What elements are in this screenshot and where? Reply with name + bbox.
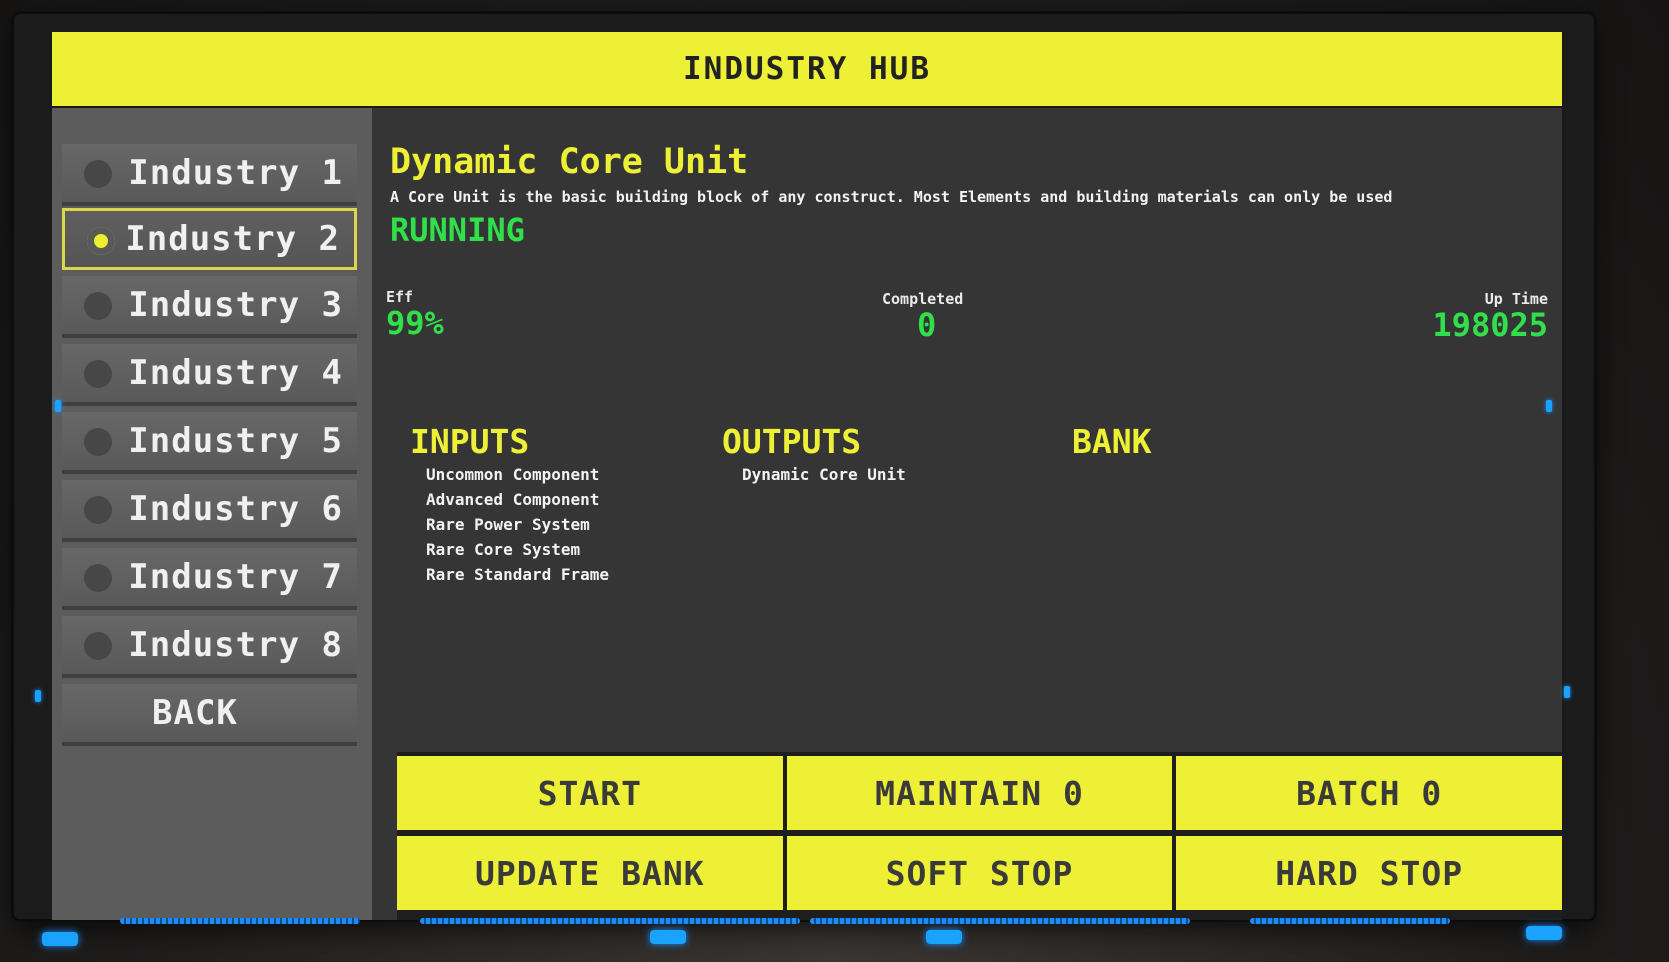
frame-light-foot: [926, 930, 962, 944]
eff-value: 99%: [386, 304, 444, 342]
frame-side-led: [55, 400, 61, 412]
maintain-button[interactable]: MAINTAIN 0: [786, 756, 1173, 830]
sidebar-item-label: Industry 8: [128, 625, 343, 665]
back-button[interactable]: BACK: [62, 684, 357, 746]
update-bank-button[interactable]: UPDATE BANK: [397, 836, 783, 910]
radio-indicator-icon: [84, 360, 112, 388]
radio-indicator-icon: [84, 632, 112, 660]
frame-light-foot: [42, 932, 78, 946]
input-item: Uncommon Component: [426, 465, 600, 484]
radio-indicator-icon: [84, 428, 112, 456]
sidebar-item-industry-2[interactable]: Industry 2: [62, 208, 357, 270]
batch-button[interactable]: BATCH 0: [1176, 756, 1562, 830]
output-item: Dynamic Core Unit: [742, 465, 906, 484]
outputs-list: Dynamic Core Unit: [742, 462, 906, 487]
soft-stop-button[interactable]: SOFT STOP: [786, 836, 1173, 910]
industry-sidebar: Industry 1 Industry 2 Industry 3 Industr…: [52, 108, 372, 920]
sidebar-item-industry-8[interactable]: Industry 8: [62, 616, 357, 678]
header-bar: INDUSTRY HUB: [52, 32, 1562, 108]
sidebar-item-industry-7[interactable]: Industry 7: [62, 548, 357, 610]
product-description: A Core Unit is the basic building block …: [390, 188, 1393, 206]
back-button-label: BACK: [152, 693, 238, 733]
frame-light-foot: [1526, 926, 1562, 940]
sidebar-item-industry-1[interactable]: Industry 1: [62, 144, 357, 206]
radio-indicator-icon: [84, 496, 112, 524]
input-item: Advanced Component: [426, 490, 600, 509]
completed-value: 0: [917, 306, 937, 344]
sidebar-item-industry-6[interactable]: Industry 6: [62, 480, 357, 542]
input-item: Rare Power System: [426, 515, 590, 534]
uptime-value: 198025: [1432, 306, 1548, 344]
sidebar-item-label: Industry 5: [128, 421, 343, 461]
frame-light-strip: [810, 918, 1190, 924]
sidebar-item-label: Industry 7: [128, 557, 343, 597]
start-button[interactable]: START: [397, 756, 783, 830]
screen-frame: INDUSTRY HUB Industry 1 Industry 2 Indus…: [14, 14, 1594, 920]
frame-side-led: [35, 690, 41, 702]
sidebar-item-label: Industry 4: [128, 353, 343, 393]
radio-indicator-icon: [87, 227, 115, 255]
outputs-heading: OUTPUTS: [722, 422, 862, 461]
inputs-heading: INPUTS: [410, 422, 530, 461]
control-buttons: START MAINTAIN 0 BATCH 0 UPDATE BANK SOF…: [397, 752, 1562, 920]
hard-stop-button[interactable]: HARD STOP: [1176, 836, 1562, 910]
input-item: Rare Standard Frame: [426, 565, 610, 584]
frame-light-strip: [120, 918, 360, 924]
product-title: Dynamic Core Unit: [390, 142, 749, 182]
inputs-list: Uncommon Component Advanced Component Ra…: [426, 462, 609, 587]
frame-light-strip: [420, 918, 800, 924]
sidebar-item-label: Industry 2: [125, 219, 340, 259]
sidebar-item-industry-5[interactable]: Industry 5: [62, 412, 357, 474]
sidebar-item-label: Industry 3: [128, 285, 343, 325]
sidebar-item-industry-4[interactable]: Industry 4: [62, 344, 357, 406]
frame-side-led: [1546, 400, 1552, 412]
frame-side-led: [1564, 686, 1570, 698]
status-badge: RUNNING: [390, 211, 525, 249]
radio-indicator-icon: [84, 292, 112, 320]
frame-light-foot: [650, 930, 686, 944]
sidebar-item-label: Industry 1: [128, 153, 343, 193]
page-title: INDUSTRY HUB: [683, 51, 931, 87]
sidebar-item-label: Industry 6: [128, 489, 343, 529]
frame-light-strip: [1250, 918, 1450, 924]
industry-hub-screen: INDUSTRY HUB Industry 1 Industry 2 Indus…: [52, 32, 1562, 920]
sidebar-item-industry-3[interactable]: Industry 3: [62, 276, 357, 338]
bank-heading: BANK: [1072, 422, 1152, 461]
input-item: Rare Core System: [426, 540, 581, 559]
radio-indicator-icon: [84, 564, 112, 592]
radio-indicator-icon: [84, 160, 112, 188]
